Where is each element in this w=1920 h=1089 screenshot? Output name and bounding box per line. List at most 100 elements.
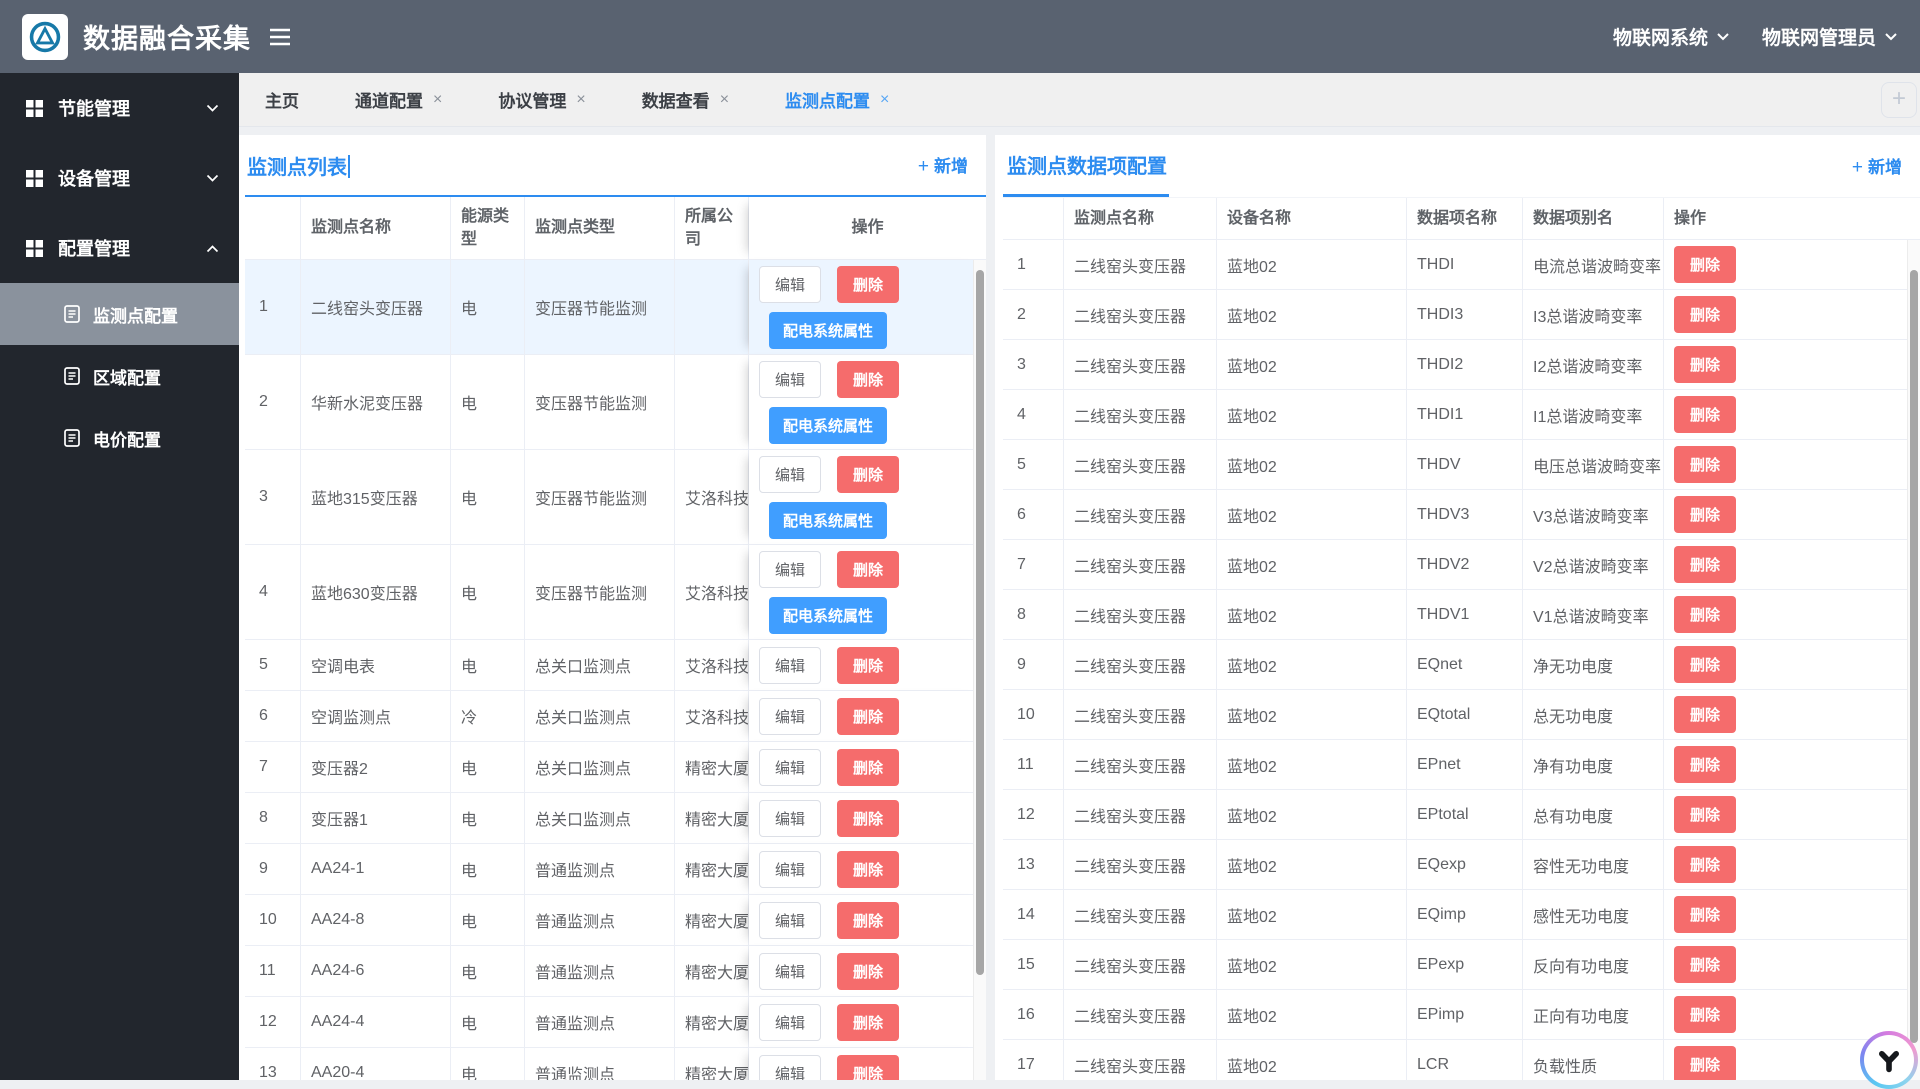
sidebar-item-2[interactable]: 设备管理 (0, 143, 239, 213)
delete-button[interactable]: 删除 (1674, 496, 1736, 533)
delete-button[interactable]: 删除 (837, 1055, 899, 1081)
column-header: 所属公司 (675, 197, 749, 260)
power-system-config-button[interactable]: 配电系统属性 (769, 502, 887, 539)
table-row[interactable]: 11AA24-6电普通监测点精密大厦编辑删除 (245, 946, 986, 997)
table-row: 17二线窑头变压器蓝地02LCR负载性质删除 (1003, 1040, 1920, 1080)
monitor-point-name: 蓝地630变压器 (301, 545, 451, 640)
delete-button[interactable]: 删除 (837, 266, 899, 303)
delete-button[interactable]: 删除 (1674, 596, 1736, 633)
device-name: 蓝地02 (1217, 790, 1407, 840)
edit-button[interactable]: 编辑 (759, 1055, 821, 1081)
edit-button[interactable]: 编辑 (759, 698, 821, 735)
right-table-scrollbar[interactable] (1907, 240, 1920, 1080)
delete-button[interactable]: 删除 (1674, 996, 1736, 1033)
tab-close-icon[interactable]: × (576, 91, 585, 109)
new-tab-button[interactable]: + (1881, 82, 1917, 118)
edit-button[interactable]: 编辑 (759, 361, 821, 398)
edit-button[interactable]: 编辑 (759, 749, 821, 786)
delete-button[interactable]: 删除 (837, 361, 899, 398)
delete-button[interactable]: 删除 (837, 953, 899, 990)
delete-button[interactable]: 删除 (837, 1004, 899, 1041)
delete-button[interactable]: 删除 (837, 800, 899, 837)
column-header: 操作 (1664, 198, 1920, 240)
user-dropdown[interactable]: 物联网管理员 (1762, 23, 1898, 50)
power-system-config-button[interactable]: 配电系统属性 (769, 407, 887, 444)
delete-button[interactable]: 删除 (837, 647, 899, 684)
delete-button[interactable]: 删除 (1674, 446, 1736, 483)
table-row[interactable]: 7变压器2电总关口监测点精密大厦编辑删除 (245, 742, 986, 793)
chevron-up-icon (206, 244, 219, 253)
delete-button[interactable]: 删除 (837, 456, 899, 493)
left-table-scrollbar-thumb[interactable] (976, 270, 984, 975)
edit-button[interactable]: 编辑 (759, 800, 821, 837)
edit-button[interactable]: 编辑 (759, 902, 821, 939)
delete-button[interactable]: 删除 (837, 851, 899, 888)
sidebar-subitem-监测点配置[interactable]: 监测点配置 (0, 283, 239, 345)
delete-button[interactable]: 删除 (1674, 796, 1736, 833)
tab-主页[interactable]: 主页 (253, 87, 311, 112)
data-item-alias: 电压总谐波畸变率 (1523, 440, 1664, 490)
collapse-sidebar-icon[interactable] (269, 28, 291, 46)
sidebar: 节能管理设备管理配置管理监测点配置区域配置电价配置 (0, 73, 239, 1080)
left-panel-title-input[interactable]: 监测点列表 (245, 151, 350, 180)
delete-button[interactable]: 删除 (1674, 696, 1736, 733)
table-row[interactable]: 8变压器1电总关口监测点精密大厦编辑删除 (245, 793, 986, 844)
delete-button[interactable]: 删除 (1674, 346, 1736, 383)
tab-通道配置[interactable]: 通道配置× (343, 87, 454, 112)
tab-数据查看[interactable]: 数据查看× (630, 87, 741, 112)
tab-协议管理[interactable]: 协议管理× (486, 87, 597, 112)
edit-button[interactable]: 编辑 (759, 266, 821, 303)
tab-close-icon[interactable]: × (880, 91, 889, 109)
tab-close-icon[interactable]: × (433, 91, 442, 109)
edit-button[interactable]: 编辑 (759, 851, 821, 888)
delete-button[interactable]: 删除 (1674, 946, 1736, 983)
table-row[interactable]: 1二线窑头变压器电变压器节能监测编辑删除配电系统属性 (245, 260, 986, 355)
delete-button[interactable]: 删除 (1674, 846, 1736, 883)
delete-button[interactable]: 删除 (1674, 296, 1736, 333)
power-system-config-button[interactable]: 配电系统属性 (769, 597, 887, 634)
delete-button[interactable]: 删除 (837, 551, 899, 588)
system-dropdown[interactable]: 物联网系统 (1613, 23, 1730, 50)
delete-button[interactable]: 删除 (837, 698, 899, 735)
tab-监测点配置[interactable]: 监测点配置× (773, 87, 901, 112)
monitor-point-name: 二线窑头变压器 (1064, 490, 1217, 540)
delete-button[interactable]: 删除 (1674, 746, 1736, 783)
table-row[interactable]: 2华新水泥变压器电变压器节能监测编辑删除配电系统属性 (245, 355, 986, 450)
delete-button[interactable]: 删除 (1674, 546, 1736, 583)
delete-button[interactable]: 删除 (1674, 896, 1736, 933)
sidebar-item-1[interactable]: 节能管理 (0, 73, 239, 143)
edit-button[interactable]: 编辑 (759, 647, 821, 684)
sidebar-subitem-区域配置[interactable]: 区域配置 (0, 345, 239, 407)
table-row[interactable]: 12AA24-4电普通监测点精密大厦编辑删除 (245, 997, 986, 1048)
assistant-float-button[interactable] (1860, 1031, 1918, 1089)
right-table-scrollbar-thumb[interactable] (1910, 270, 1918, 1043)
row-index: 11 (245, 946, 301, 997)
row-index: 1 (1003, 240, 1064, 290)
delete-button[interactable]: 删除 (1674, 1046, 1736, 1080)
delete-button[interactable]: 删除 (837, 749, 899, 786)
table-row[interactable]: 4蓝地630变压器电变压器节能监测艾洛科技编辑删除配电系统属性 (245, 545, 986, 640)
table-row[interactable]: 6空调监测点冷总关口监测点艾洛科技编辑删除 (245, 691, 986, 742)
delete-button[interactable]: 删除 (837, 902, 899, 939)
left-add-button[interactable]: +新增 (918, 152, 968, 178)
edit-button[interactable]: 编辑 (759, 1004, 821, 1041)
energy-type: 电 (451, 450, 525, 545)
left-table-scrollbar[interactable] (973, 260, 986, 1080)
sidebar-subitem-电价配置[interactable]: 电价配置 (0, 407, 239, 469)
edit-button[interactable]: 编辑 (759, 551, 821, 588)
delete-button[interactable]: 删除 (1674, 246, 1736, 283)
table-row[interactable]: 13AA20-4电普通监测点精密大厦编辑删除 (245, 1048, 986, 1080)
delete-button[interactable]: 删除 (1674, 396, 1736, 433)
right-add-button[interactable]: +新增 (1852, 153, 1902, 179)
monitor-point-name: 二线窑头变压器 (1064, 440, 1217, 490)
table-row[interactable]: 10AA24-8电普通监测点精密大厦编辑删除 (245, 895, 986, 946)
table-row[interactable]: 3蓝地315变压器电变压器节能监测艾洛科技编辑删除配电系统属性 (245, 450, 986, 545)
tab-close-icon[interactable]: × (720, 91, 729, 109)
delete-button[interactable]: 删除 (1674, 646, 1736, 683)
table-row[interactable]: 5空调电表电总关口监测点艾洛科技编辑删除 (245, 640, 986, 691)
edit-button[interactable]: 编辑 (759, 456, 821, 493)
table-row[interactable]: 9AA24-1电普通监测点精密大厦编辑删除 (245, 844, 986, 895)
power-system-config-button[interactable]: 配电系统属性 (769, 312, 887, 349)
edit-button[interactable]: 编辑 (759, 953, 821, 990)
sidebar-item-3[interactable]: 配置管理 (0, 213, 239, 283)
